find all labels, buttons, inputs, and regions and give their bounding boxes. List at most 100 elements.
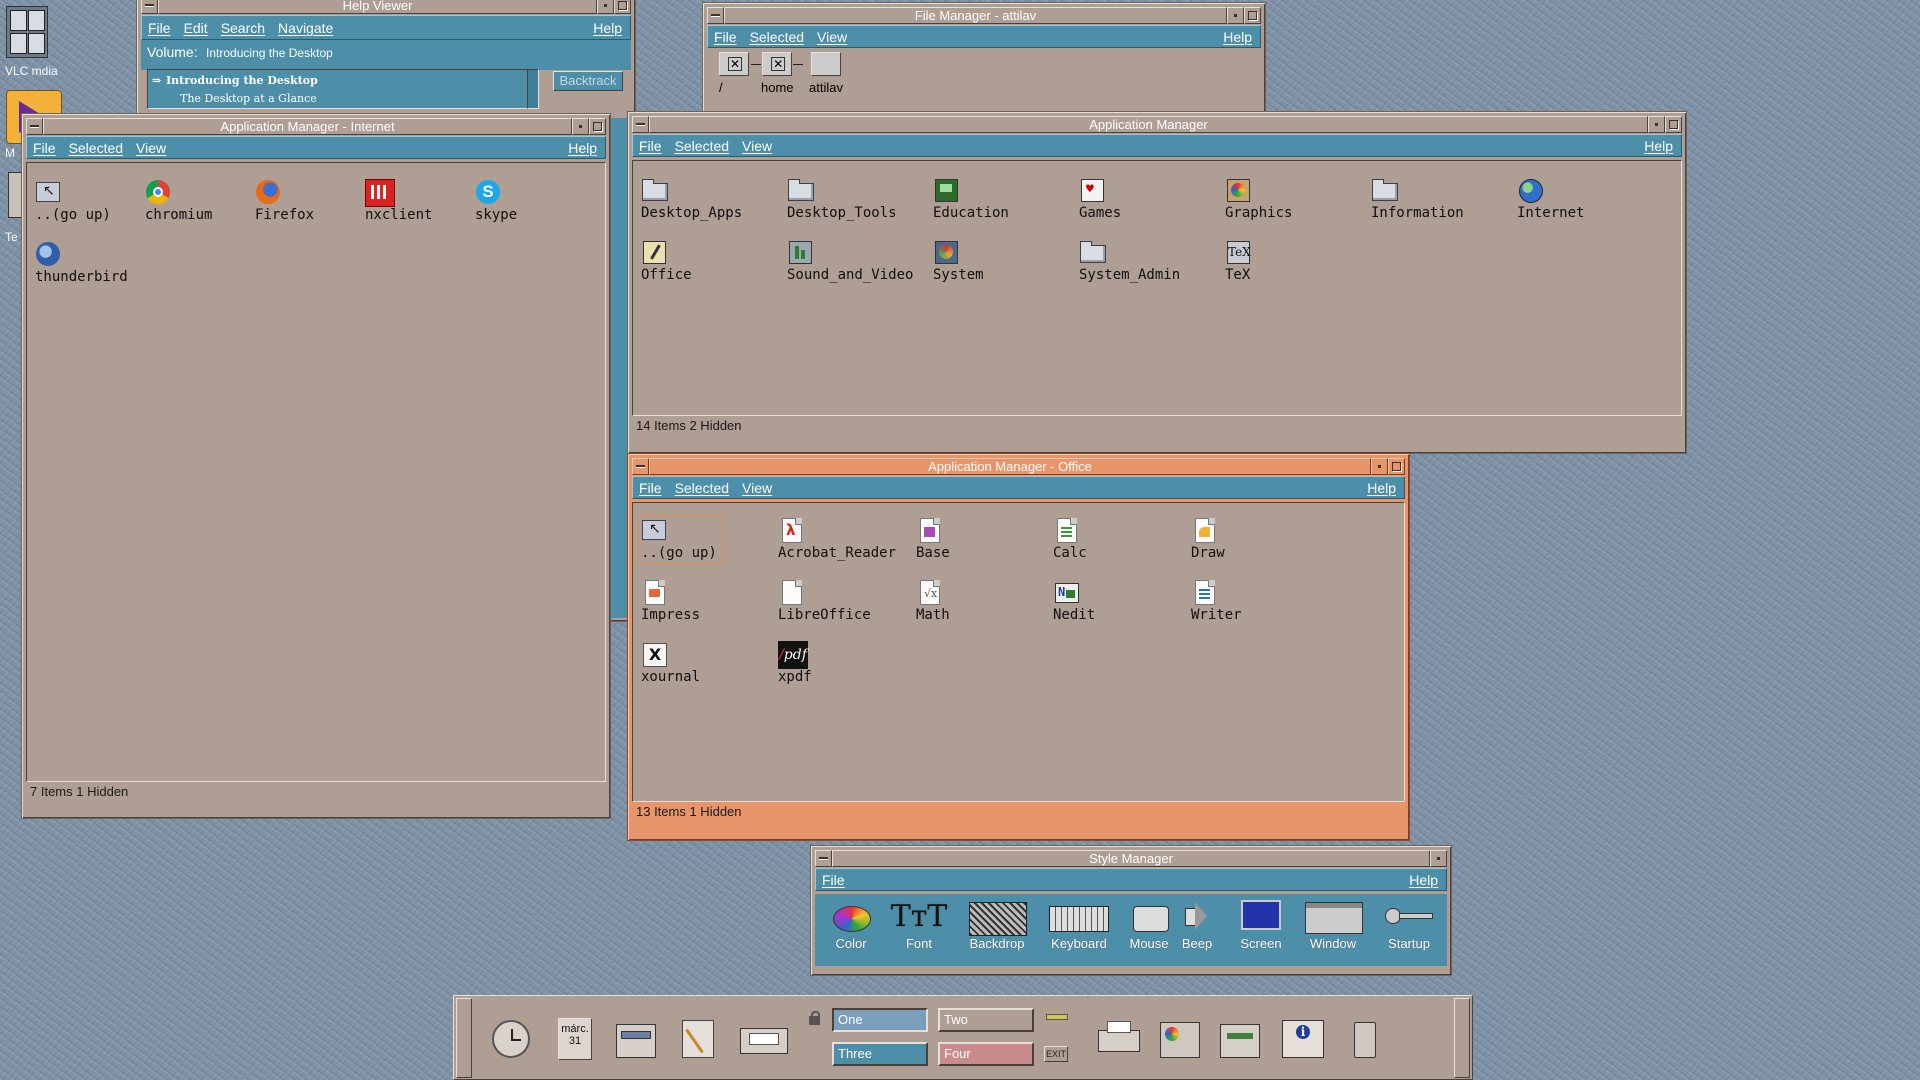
- app-manager-office-window[interactable]: Application Manager - Office File Select…: [627, 453, 1410, 841]
- title-bar[interactable]: Style Manager: [815, 850, 1447, 867]
- minimize-button[interactable]: [597, 0, 614, 14]
- title-bar[interactable]: Help Viewer: [141, 0, 631, 14]
- style-startup-button[interactable]: Startup: [1375, 894, 1443, 951]
- menu-file[interactable]: File: [33, 140, 56, 156]
- app-item[interactable]: thunderbird: [35, 241, 155, 285]
- app-group-item[interactable]: System_Admin: [1079, 239, 1199, 283]
- style-keyboard-button[interactable]: Keyboard: [1045, 894, 1113, 951]
- mailer-button[interactable]: [738, 1014, 788, 1064]
- window-title[interactable]: Style Manager: [832, 850, 1430, 867]
- exit-button[interactable]: EXIT: [1044, 1046, 1068, 1062]
- menu-file[interactable]: File: [822, 872, 845, 888]
- maximize-button[interactable]: [614, 0, 631, 14]
- app-item[interactable]: N Nedit: [1053, 579, 1173, 623]
- app-group-item[interactable]: TeX TeX: [1225, 239, 1345, 283]
- backtrack-button[interactable]: Backtrack: [553, 71, 623, 91]
- window-menu-button[interactable]: [632, 458, 649, 475]
- menu-selected[interactable]: Selected: [750, 29, 804, 45]
- lock-screen-button[interactable]: [806, 1010, 824, 1034]
- title-bar[interactable]: Application Manager - Office: [632, 458, 1405, 475]
- help-manager-button[interactable]: i: [1276, 1014, 1326, 1064]
- app-item[interactable]: √x Math: [916, 579, 1036, 623]
- app-group-item[interactable]: Internet: [1517, 177, 1637, 221]
- window-menu-button[interactable]: [141, 0, 158, 14]
- menu-help[interactable]: Help: [1644, 138, 1673, 154]
- trash-button[interactable]: [1340, 1014, 1390, 1064]
- minimize-button[interactable]: [1371, 458, 1388, 475]
- window-menu-button[interactable]: [815, 850, 832, 867]
- menu-help[interactable]: Help: [1367, 480, 1396, 496]
- topic-tree[interactable]: ⇒ Introducing the Desktop The Desktop at…: [147, 69, 537, 109]
- app-item[interactable]: nxclient: [365, 179, 485, 223]
- style-backdrop-button[interactable]: Backdrop: [963, 894, 1031, 951]
- menu-navigate[interactable]: Navigate: [278, 20, 333, 36]
- app-item[interactable]: Firefox: [255, 179, 375, 223]
- app-item[interactable]: /pdf xpdf: [778, 641, 898, 685]
- window-title[interactable]: Application Manager - Internet: [43, 118, 572, 135]
- maximize-button[interactable]: [1388, 458, 1405, 475]
- front-panel-handle-left[interactable]: [456, 998, 472, 1078]
- style-screen-button[interactable]: Screen: [1227, 894, 1295, 951]
- window-menu-button[interactable]: [632, 116, 649, 133]
- topic-item[interactable]: The Desktop at a Glance: [180, 92, 317, 105]
- topic-item[interactable]: Introducing the Desktop: [166, 74, 318, 87]
- menu-help[interactable]: Help: [1223, 29, 1252, 45]
- desktop-icon-vlc[interactable]: VLC mdia: [2, 2, 58, 78]
- printer-button[interactable]: [1094, 1014, 1144, 1064]
- app-group-item[interactable]: Information: [1371, 177, 1491, 221]
- style-window-button[interactable]: Window: [1299, 894, 1367, 951]
- app-group-item[interactable]: ♥ Games: [1079, 177, 1199, 221]
- app-item[interactable]: ..(go up): [35, 179, 155, 223]
- maximize-button[interactable]: [1244, 7, 1261, 24]
- style-manager-window[interactable]: Style Manager File Help Color TᴛT Font B…: [810, 845, 1452, 976]
- style-font-button[interactable]: TᴛT Font: [885, 894, 953, 952]
- app-group-item[interactable]: Sound_and_Video: [787, 239, 913, 283]
- workspace-two-button[interactable]: Two: [938, 1008, 1034, 1032]
- menu-help[interactable]: Help: [593, 20, 622, 36]
- menu-help[interactable]: Help: [1409, 872, 1438, 888]
- style-manager-button[interactable]: [1154, 1014, 1204, 1064]
- menu-view[interactable]: View: [136, 140, 166, 156]
- window-title[interactable]: File Manager - attilav: [724, 7, 1227, 24]
- app-group-item[interactable]: Desktop_Apps: [641, 177, 761, 221]
- path-attilav[interactable]: attilav: [809, 52, 843, 95]
- maximize-button[interactable]: [1665, 116, 1682, 133]
- home-folder-button[interactable]: [610, 1014, 660, 1064]
- title-bar[interactable]: Application Manager - Internet: [26, 118, 606, 135]
- window-menu-button[interactable]: [707, 7, 724, 24]
- app-manager-internet-window[interactable]: Application Manager - Internet File Sele…: [21, 113, 611, 819]
- front-panel-handle-right[interactable]: [1454, 998, 1470, 1078]
- minimize-button[interactable]: [572, 118, 589, 135]
- text-editor-button[interactable]: [674, 1014, 724, 1064]
- menu-file[interactable]: File: [714, 29, 737, 45]
- app-group-item[interactable]: Graphics: [1225, 177, 1345, 221]
- menu-view[interactable]: View: [742, 480, 772, 496]
- app-item[interactable]: chromium: [145, 179, 265, 223]
- app-item[interactable]: Draw: [1191, 517, 1311, 561]
- title-bar[interactable]: File Manager - attilav: [707, 7, 1261, 24]
- app-group-item[interactable]: Desktop_Tools: [787, 177, 907, 221]
- path-root[interactable]: ✕ /: [719, 52, 749, 95]
- app-group-item[interactable]: System: [933, 239, 1053, 283]
- style-beep-button[interactable]: Beep: [1167, 894, 1227, 951]
- app-item[interactable]: Calc: [1053, 517, 1173, 561]
- minimize-button[interactable]: [1227, 7, 1244, 24]
- menu-file[interactable]: File: [148, 20, 171, 36]
- file-manager-window[interactable]: File Manager - attilav File Selected Vie…: [702, 2, 1266, 122]
- window-title[interactable]: Application Manager: [649, 116, 1648, 133]
- app-group-item[interactable]: Office: [641, 239, 761, 283]
- app-item[interactable]: Writer: [1191, 579, 1311, 623]
- window-menu-button[interactable]: [26, 118, 43, 135]
- menu-file[interactable]: File: [639, 138, 662, 154]
- workspace-four-button[interactable]: Four: [938, 1042, 1034, 1066]
- calendar-button[interactable]: márc. 31: [550, 1014, 600, 1064]
- minimize-button[interactable]: [1430, 850, 1447, 867]
- app-manager-window[interactable]: Application Manager File Selected View H…: [627, 111, 1687, 454]
- menu-file[interactable]: File: [639, 480, 662, 496]
- app-item[interactable]: S skype: [475, 179, 595, 223]
- menu-search[interactable]: Search: [221, 20, 265, 36]
- window-title[interactable]: Help Viewer: [158, 0, 597, 14]
- menu-help[interactable]: Help: [568, 140, 597, 156]
- path-home[interactable]: ✕ home: [761, 52, 794, 95]
- app-item[interactable]: LibreOffice: [778, 579, 898, 623]
